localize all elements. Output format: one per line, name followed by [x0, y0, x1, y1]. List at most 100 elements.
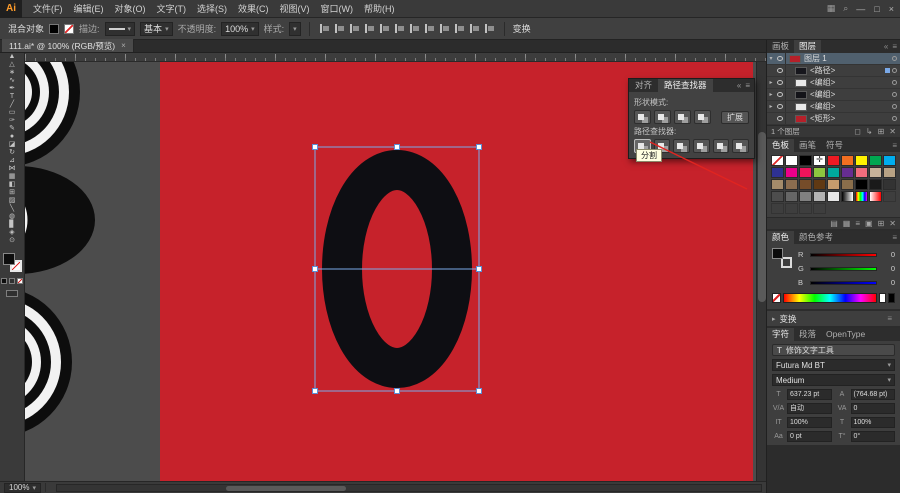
panel-tab[interactable]: 颜色参考 — [794, 231, 838, 244]
swatch[interactable] — [827, 155, 840, 166]
visibility-cell[interactable] — [775, 65, 786, 76]
minus-back-icon[interactable] — [732, 139, 750, 153]
swatch[interactable] — [771, 203, 784, 214]
black-swatch[interactable] — [888, 293, 895, 303]
minus-front-icon[interactable] — [654, 110, 671, 124]
eyedropper-tool[interactable]: ╲ — [0, 205, 24, 213]
visibility-cell[interactable] — [775, 77, 786, 88]
target-circle-icon[interactable] — [892, 104, 897, 109]
panel-menu-icon[interactable]: ≡ — [892, 141, 897, 150]
channel-slider[interactable] — [810, 280, 877, 285]
swatch[interactable] — [785, 203, 798, 214]
menu-item[interactable]: 文字(T) — [152, 0, 192, 18]
line-segment-tool[interactable]: ╱ — [0, 101, 24, 109]
expand-caret-icon[interactable]: ▸ — [767, 103, 775, 110]
target-circle-icon[interactable] — [892, 80, 897, 85]
style-dropdown[interactable]: ▾ — [289, 21, 301, 36]
color-mode-button[interactable] — [1, 278, 7, 284]
menu-item[interactable]: 文件(F) — [28, 0, 68, 18]
delete-swatch-icon[interactable]: ✕ — [889, 219, 896, 228]
swatch[interactable] — [799, 203, 812, 214]
swatch[interactable] — [883, 179, 896, 190]
swatch[interactable] — [813, 191, 826, 202]
panel-tab[interactable]: 段落 — [794, 328, 821, 341]
fill-proxy-swatch[interactable] — [2, 253, 15, 265]
none-swatch-icon[interactable] — [772, 293, 781, 303]
swatch[interactable] — [799, 167, 812, 178]
expand-caret-icon[interactable]: ▸ — [767, 79, 775, 86]
channel-slider[interactable] — [810, 266, 877, 271]
layer-label[interactable]: <编组> — [810, 101, 890, 112]
layer-label[interactable]: <路径> — [810, 65, 883, 76]
distribute-right-icon[interactable] — [438, 22, 451, 35]
leading-field[interactable]: A (764.68 pt) — [836, 389, 895, 400]
layer-row[interactable]: <路径> — [767, 65, 900, 77]
layer-row[interactable]: ▸ <编组> — [767, 89, 900, 101]
horizontal-scrollbar-thumb[interactable] — [225, 485, 346, 491]
panel-tab[interactable]: 色板 — [767, 139, 795, 152]
swatch[interactable] — [813, 179, 826, 190]
swatch[interactable] — [813, 155, 826, 166]
menu-item[interactable]: 效果(C) — [233, 0, 274, 18]
column-graph-tool[interactable]: ▊ — [0, 221, 24, 229]
blend-tool[interactable]: ◍ — [0, 213, 24, 221]
horizontal-ruler[interactable] — [25, 53, 766, 62]
touch-type-tool-button[interactable]: T 修饰文字工具 — [772, 344, 895, 356]
layer-row[interactable]: ▾ 图层 1 — [767, 53, 900, 65]
fill-stroke-widget[interactable] — [2, 253, 22, 272]
swatch[interactable] — [771, 179, 784, 190]
swatch[interactable] — [799, 179, 812, 190]
swatch[interactable] — [827, 167, 840, 178]
swatch[interactable] — [855, 179, 868, 190]
white-swatch[interactable] — [879, 293, 886, 303]
distribute-top-icon[interactable] — [453, 22, 466, 35]
gradient-tool[interactable]: ▨ — [0, 197, 24, 205]
swatch[interactable] — [841, 179, 854, 190]
zoom-tool[interactable]: ⊙ — [0, 237, 24, 245]
font-style-select[interactable]: Medium ▾ — [772, 374, 895, 386]
zoom-level-dropdown[interactable]: 100% ▾ — [4, 482, 41, 493]
merge-icon[interactable] — [673, 139, 691, 153]
panel-tab[interactable]: OpenType — [821, 328, 870, 341]
pencil-tool[interactable]: ✎ — [0, 125, 24, 133]
swatch[interactable] — [869, 167, 882, 178]
layer-label[interactable]: 图层 1 — [804, 53, 890, 64]
swatch[interactable] — [841, 155, 854, 166]
make-mask-icon[interactable]: ◻ — [854, 127, 861, 136]
fill-stroke-proxy[interactable] — [772, 248, 792, 268]
pen-tool[interactable]: ✒ — [0, 85, 24, 93]
channel-value[interactable]: 0 — [881, 250, 895, 259]
fill-proxy-swatch[interactable] — [772, 248, 783, 259]
delete-layer-icon[interactable]: ✕ — [889, 127, 896, 136]
swatch[interactable] — [883, 167, 896, 178]
swatch-kinds-icon[interactable]: ▦ — [843, 219, 851, 228]
expand-caret-icon[interactable]: ▸ — [767, 91, 775, 98]
panel-tab[interactable]: 路径查找器 — [658, 79, 713, 92]
free-transform-tool[interactable]: ▦ — [0, 173, 24, 181]
swatch[interactable] — [869, 191, 882, 202]
type-tool[interactable]: T — [0, 93, 24, 101]
layer-label[interactable]: <编组> — [810, 89, 890, 100]
swatch[interactable] — [855, 155, 868, 166]
stroke-weight-dropdown[interactable]: ▾ — [104, 21, 136, 36]
distribute-left-icon[interactable] — [408, 22, 421, 35]
distribute-bottom-icon[interactable] — [483, 22, 496, 35]
layer-label[interactable]: <矩形> — [810, 113, 890, 124]
swatch[interactable] — [813, 203, 826, 214]
selection-tool[interactable]: ▲ — [0, 53, 24, 61]
menu-item[interactable]: 帮助(H) — [359, 0, 400, 18]
exclude-icon[interactable] — [694, 110, 711, 124]
swatch[interactable] — [855, 191, 868, 202]
document-close-icon[interactable]: × — [121, 41, 126, 50]
align-left-icon[interactable] — [318, 22, 331, 35]
search-icon[interactable]: ⌕ — [843, 3, 848, 14]
baseline-shift-field[interactable]: Aa 0 pt — [772, 431, 832, 442]
perspective-grid-tool[interactable]: ⊞ — [0, 189, 24, 197]
lasso-tool[interactable]: ∿ — [0, 77, 24, 85]
target-circle-icon[interactable] — [892, 92, 897, 97]
swatch[interactable] — [785, 179, 798, 190]
vertical-scrollbar[interactable] — [756, 62, 766, 481]
menu-item[interactable]: 编辑(E) — [69, 0, 109, 18]
swatch[interactable] — [869, 155, 882, 166]
panel-menu-icon[interactable]: ≡ — [892, 233, 897, 242]
